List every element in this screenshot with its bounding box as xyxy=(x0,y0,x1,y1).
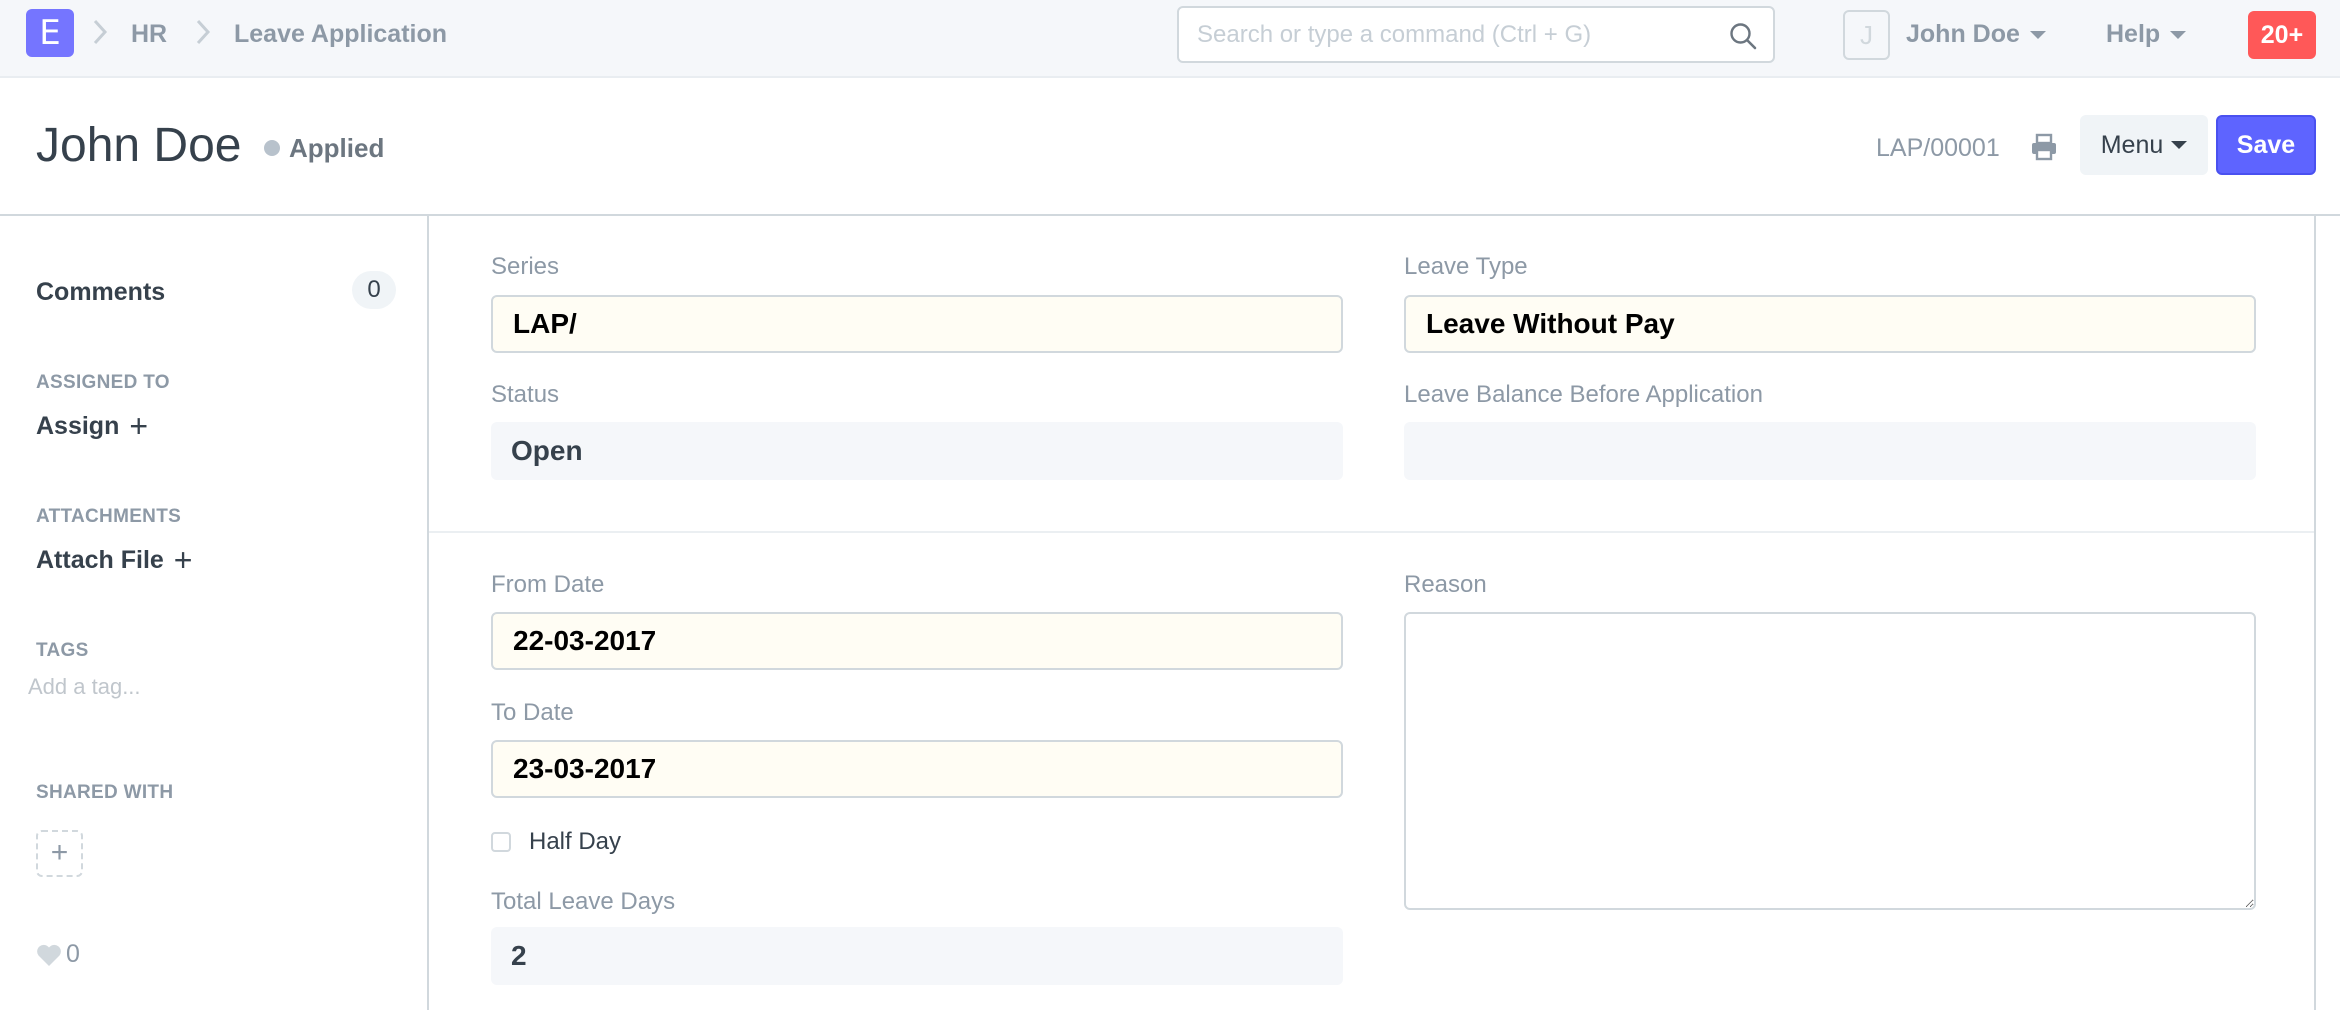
plus-icon: + xyxy=(50,836,69,869)
leave-balance-label: Leave Balance Before Application xyxy=(1404,381,1763,408)
page-title: John Doe xyxy=(36,119,242,172)
attach-file-button[interactable]: Attach File + xyxy=(36,542,193,578)
caret-down-icon xyxy=(2170,30,2187,39)
reason-textarea[interactable] xyxy=(1404,612,2256,910)
document-name: LAP/00001 xyxy=(1876,134,2000,162)
from-date-label: From Date xyxy=(491,571,605,598)
tags-heading: TAGS xyxy=(36,640,89,661)
status-indicator-icon xyxy=(264,140,280,156)
status-label: Status xyxy=(491,381,560,408)
app-logo[interactable]: E xyxy=(26,9,74,57)
checkbox-box[interactable] xyxy=(491,832,511,852)
from-date-field[interactable] xyxy=(491,612,1343,670)
add-tag-input[interactable] xyxy=(28,674,328,700)
half-day-checkbox[interactable]: Half Day xyxy=(491,828,621,856)
status-value: Open xyxy=(491,422,1343,480)
leave-type-label: Leave Type xyxy=(1404,253,1528,280)
search-icon[interactable] xyxy=(1729,22,1757,50)
plus-icon: + xyxy=(129,408,149,444)
menu-button[interactable]: Menu xyxy=(2080,115,2208,175)
status-badge: Applied xyxy=(289,133,385,163)
print-icon[interactable] xyxy=(2030,133,2058,161)
chevron-right-icon xyxy=(93,19,108,45)
page-head: John Doe Applied LAP/00001 Menu Save xyxy=(0,78,2340,216)
form-sidebar: Comments 0 ASSIGNED TO Assign + ATTACHME… xyxy=(0,216,427,1010)
section-divider xyxy=(429,531,2314,533)
to-date-label: To Date xyxy=(491,699,574,726)
comments-link[interactable]: Comments xyxy=(36,278,165,307)
help-label: Help xyxy=(2106,20,2161,48)
notifications-badge[interactable]: 20+ xyxy=(2248,11,2316,59)
series-label: Series xyxy=(491,253,560,280)
menu-label: Menu xyxy=(2100,130,2164,159)
like-button[interactable]: 0 xyxy=(36,940,80,969)
to-date-field[interactable] xyxy=(491,740,1343,798)
assign-label: Assign xyxy=(36,412,120,440)
leave-type-field[interactable] xyxy=(1404,295,2256,353)
half-day-label: Half Day xyxy=(529,828,622,855)
user-name: John Doe xyxy=(1906,20,2020,48)
caret-down-icon xyxy=(2171,141,2188,149)
breadcrumb-leave-application[interactable]: Leave Application xyxy=(234,20,447,49)
heart-icon xyxy=(37,944,61,966)
assigned-to-heading: ASSIGNED TO xyxy=(36,372,170,393)
chevron-right-icon xyxy=(196,19,211,45)
likes-count: 0 xyxy=(66,940,80,968)
total-leave-days-value: 2 xyxy=(491,927,1343,985)
help-dropdown[interactable]: Help xyxy=(2106,20,2187,49)
plus-icon: + xyxy=(173,542,193,578)
breadcrumb-hr[interactable]: HR xyxy=(131,20,167,49)
comments-count: 0 xyxy=(352,271,396,309)
attach-file-label: Attach File xyxy=(36,546,164,574)
navbar: E HR Leave Application J John Doe Help 2… xyxy=(0,0,2340,78)
user-menu-dropdown[interactable]: John Doe xyxy=(1906,20,2046,49)
shared-with-heading: SHARED WITH xyxy=(36,782,174,803)
leave-balance-value xyxy=(1404,422,2256,480)
search-input[interactable] xyxy=(1197,20,1717,50)
user-avatar[interactable]: J xyxy=(1843,10,1890,60)
search-box xyxy=(1177,6,1775,63)
caret-down-icon xyxy=(2029,30,2046,39)
form-layout: Series Leave Type Status Open Leave Bala… xyxy=(427,216,2316,1010)
add-share-button[interactable]: + xyxy=(36,830,83,877)
attachments-heading: ATTACHMENTS xyxy=(36,506,182,527)
save-button[interactable]: Save xyxy=(2216,115,2316,175)
assign-button[interactable]: Assign + xyxy=(36,408,149,444)
reason-label: Reason xyxy=(1404,571,1487,598)
total-leave-days-label: Total Leave Days xyxy=(491,888,676,915)
series-field[interactable] xyxy=(491,295,1343,353)
